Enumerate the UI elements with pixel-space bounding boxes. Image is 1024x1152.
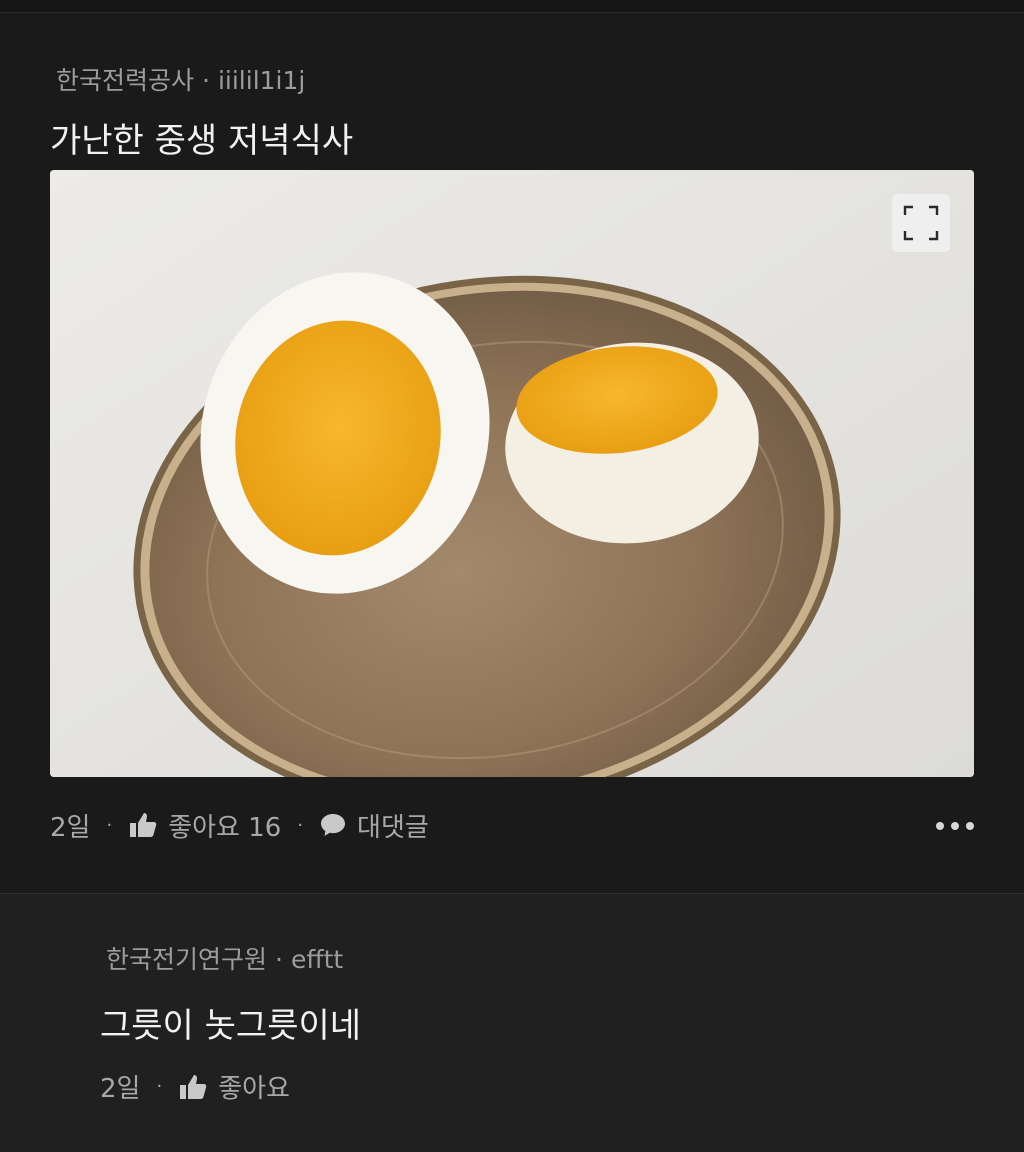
separator-dot: ·	[275, 945, 283, 974]
boiled-egg-photo	[50, 170, 974, 777]
thumbs-up-icon[interactable]	[128, 811, 158, 839]
comment-author-company[interactable]: 한국전기연구원	[106, 945, 267, 974]
expand-icon	[903, 205, 939, 241]
comment-card: 한국전기연구원 · efftt 그릇이 놋그릇이네 2일 · 좋아요	[0, 894, 1024, 1152]
speech-bubble-icon[interactable]	[319, 811, 347, 839]
like-count-label[interactable]: 좋아요 16	[168, 807, 281, 844]
author-nickname[interactable]: iiilil1i1j	[218, 66, 305, 95]
separator-dot: ·	[202, 66, 210, 95]
separator-dot: ·	[297, 814, 304, 836]
comment-meta: 한국전기연구원 · efftt	[106, 940, 343, 976]
comment-author-nickname[interactable]: efftt	[291, 945, 343, 974]
separator-dot: ·	[106, 814, 113, 836]
comment-text: 그릇이 놋그릇이네	[100, 1006, 362, 1046]
comment-like-label[interactable]: 좋아요	[218, 1068, 290, 1105]
more-icon[interactable]	[936, 822, 974, 830]
top-border	[0, 0, 1024, 13]
post-meta: 한국전력공사 · iiilil1i1j	[56, 61, 305, 97]
post-image[interactable]	[50, 170, 974, 777]
separator-dot: ·	[156, 1076, 163, 1097]
reply-button-label[interactable]: 대댓글	[357, 807, 429, 844]
author-company[interactable]: 한국전력공사	[56, 66, 194, 95]
post-title[interactable]: 가난한 중생 저녁식사	[50, 113, 353, 162]
comment-time: 2일	[100, 1074, 141, 1104]
post-actions: 2일 · 좋아요 16 · 대댓글	[50, 806, 974, 844]
post-card: 한국전력공사 · iiilil1i1j 가난한 중생 저녁식사 2일 · 좋아요…	[0, 13, 1024, 893]
post-time: 2일	[50, 812, 91, 843]
thumbs-up-icon[interactable]	[178, 1073, 208, 1101]
comment-actions: 2일 · 좋아요	[100, 1068, 290, 1105]
expand-button[interactable]	[892, 194, 950, 252]
